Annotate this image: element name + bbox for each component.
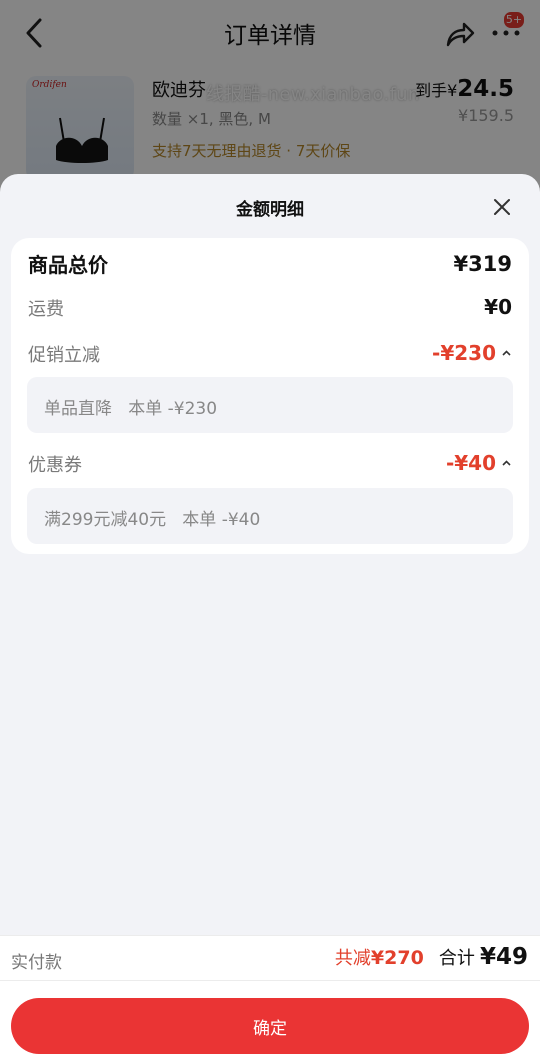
promo-row[interactable]: 促销立减 -¥230: [28, 341, 512, 371]
amount-card: 商品总价 ¥319 运费 ¥0 促销立减 -¥230 单品直降 本单 -¥230…: [11, 238, 529, 554]
promo-label: 促销立减: [28, 345, 100, 366]
sheet-header: 金额明细: [0, 174, 540, 238]
goods-total-label: 商品总价: [28, 253, 108, 277]
shipping-amount: ¥0: [484, 295, 512, 319]
coupon-label: 优惠券: [28, 455, 82, 476]
close-icon[interactable]: [489, 194, 515, 220]
goods-total-row: 商品总价 ¥319: [28, 252, 512, 282]
total-label: 合计: [438, 948, 475, 969]
shipping-label: 运费: [28, 299, 64, 320]
coupon-detail: 满299元减40元 本单 -¥40: [27, 488, 513, 544]
coupon-row[interactable]: 优惠券 -¥40: [28, 451, 512, 481]
payment-summary: 共减¥270 合计 ¥49: [335, 944, 528, 970]
caret-up-icon[interactable]: [501, 459, 512, 467]
promo-detail: 单品直降 本单 -¥230: [27, 377, 513, 433]
coupon-detail-text: 满299元减40元 本单 -¥40: [44, 510, 261, 530]
sheet-title: 金额明细: [236, 200, 304, 220]
caret-up-icon[interactable]: [501, 349, 512, 357]
modal-overlay[interactable]: [0, 0, 540, 200]
goods-total-amount: ¥319: [453, 252, 512, 276]
total-amount: ¥49: [479, 944, 528, 970]
order-detail-page: 订单详情 5+ Ordifen 欧迪芬 线报酷-new.xianbao.fun …: [0, 0, 540, 200]
confirm-button[interactable]: 确定: [11, 998, 529, 1054]
pay-label: 实付款: [11, 953, 62, 973]
footer-divider: [0, 980, 540, 981]
checkout-footer: 实付款 共减¥270 合计 ¥49 确定: [0, 935, 540, 1063]
promo-detail-text: 单品直降 本单 -¥230: [44, 399, 218, 419]
shipping-row: 运费 ¥0: [28, 295, 512, 325]
saved-label: 共减: [334, 948, 371, 969]
amount-detail-sheet: 金额明细 商品总价 ¥319 运费 ¥0 促销立减 -¥230 单品直降 本单 …: [0, 174, 540, 1062]
promo-amount: -¥230: [432, 341, 496, 365]
saved-amount: ¥270: [370, 947, 424, 969]
coupon-amount: -¥40: [445, 451, 496, 475]
